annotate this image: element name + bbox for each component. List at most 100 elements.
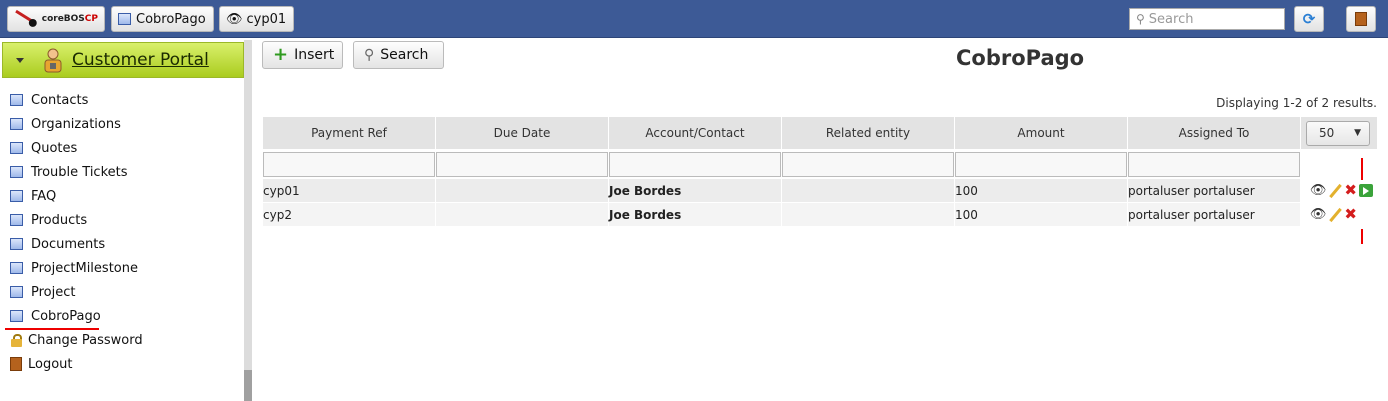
view-eye-icon[interactable]: 👁 <box>1310 207 1327 222</box>
dropdown-arrow-icon: ▼ <box>1354 128 1361 138</box>
sidebar: Customer Portal Contacts Organizations Quo… <box>0 40 252 401</box>
cell-assigned-to: portaluser portaluser <box>1128 203 1301 226</box>
search-icon: ⚲ <box>1136 12 1145 26</box>
lock-icon <box>10 333 23 347</box>
cell-amount: 100 <box>955 203 1128 226</box>
column-header-due-date[interactable]: Due Date <box>436 117 609 149</box>
records-grid: Payment Ref Due Date Account/Contact Rel… <box>263 117 1378 226</box>
table-row[interactable]: cyp2 Joe Bordes 100 portaluser portaluse… <box>263 203 1378 226</box>
column-header-amount[interactable]: Amount <box>955 117 1128 149</box>
sidebar-item-organizations[interactable]: Organizations <box>0 112 244 136</box>
top-bar: coreBOSCP CobroPago 👁 cyp01 ⚲ ⟳ <box>0 0 1388 38</box>
module-icon <box>10 238 23 250</box>
page-size-value: 50 <box>1319 126 1335 140</box>
sidebar-item-documents[interactable]: Documents <box>0 232 244 256</box>
sidebar-item-label: CobroPago <box>31 308 101 324</box>
sidebar-item-trouble-tickets[interactable]: Trouble Tickets <box>0 160 244 184</box>
sidebar-item-projectmilestone[interactable]: ProjectMilestone <box>0 256 244 280</box>
cell-assigned-to: portaluser portaluser <box>1128 179 1301 202</box>
insert-button[interactable]: + Insert <box>262 41 343 69</box>
filter-due-date <box>436 152 609 177</box>
portal-user-icon <box>44 48 62 73</box>
sidebar-item-logout[interactable]: Logout <box>0 352 244 376</box>
module-icon <box>118 13 131 25</box>
filter-input-account-contact[interactable] <box>609 152 781 177</box>
logo-button[interactable]: coreBOSCP <box>7 6 105 32</box>
module-icon <box>10 94 23 106</box>
delete-x-icon[interactable]: ✖ <box>1344 183 1357 198</box>
sidebar-item-contacts[interactable]: Contacts <box>0 88 244 112</box>
sidebar-title[interactable]: Customer Portal <box>72 50 209 70</box>
filter-input-payment-ref[interactable] <box>263 152 435 177</box>
column-header-assigned-to[interactable]: Assigned To <box>1128 117 1301 149</box>
filter-input-due-date[interactable] <box>436 152 608 177</box>
sidebar-header[interactable]: Customer Portal <box>2 42 244 78</box>
column-header-related-entity[interactable]: Related entity <box>782 117 955 149</box>
sidebar-item-faq[interactable]: FAQ <box>0 184 244 208</box>
plus-icon: + <box>273 44 289 65</box>
page-size-cell: 50 ▼ <box>1301 117 1378 149</box>
edit-pencil-icon[interactable] <box>1328 184 1342 198</box>
sidebar-item-label: Contacts <box>31 92 89 108</box>
module-icon <box>10 118 23 130</box>
main-content: + Insert ⚲ Search CobroPago Displaying 1… <box>253 40 1388 401</box>
sidebar-item-quotes[interactable]: Quotes <box>0 136 244 160</box>
module-icon <box>10 142 23 154</box>
cell-account-contact[interactable]: Joe Bordes <box>609 179 782 202</box>
corebos-logo-icon <box>15 9 37 27</box>
magnifier-icon: ⚲ <box>364 47 375 63</box>
filter-amount <box>955 152 1128 177</box>
search-button[interactable]: ⚲ Search <box>353 41 444 69</box>
eye-icon: 👁 <box>226 11 243 27</box>
filter-input-assigned-to[interactable] <box>1128 152 1300 177</box>
results-info: Displaying 1-2 of 2 results. <box>1216 96 1377 110</box>
table-row[interactable]: cyp01 Joe Bordes 100 portaluser portalus… <box>263 179 1378 202</box>
edit-pencil-icon[interactable] <box>1328 208 1342 222</box>
page-size-select[interactable]: 50 ▼ <box>1306 120 1370 146</box>
search-label: Search <box>380 47 429 63</box>
breadcrumb-cobropago[interactable]: CobroPago <box>111 6 214 32</box>
page-title: CobroPago <box>956 46 1085 70</box>
sidebar-item-label: Logout <box>28 356 73 372</box>
sidebar-item-change-password[interactable]: Change Password <box>0 328 244 352</box>
column-header-payment-ref[interactable]: Payment Ref <box>263 117 436 149</box>
delete-x-icon[interactable]: ✖ <box>1344 207 1357 222</box>
cell-related-entity <box>782 179 955 202</box>
module-icon <box>10 166 23 178</box>
sidebar-item-products[interactable]: Products <box>0 208 244 232</box>
column-header-account-contact[interactable]: Account/Contact <box>609 117 782 149</box>
module-icon <box>10 214 23 226</box>
sidebar-item-cobropago[interactable]: CobroPago <box>0 304 244 330</box>
cell-due-date <box>436 179 609 202</box>
annotation-mark <box>1361 229 1363 244</box>
breadcrumb-label: cyp01 <box>246 11 287 27</box>
sidebar-item-label: Documents <box>31 236 106 252</box>
filter-input-amount[interactable] <box>955 152 1127 177</box>
view-eye-icon[interactable]: 👁 <box>1310 183 1327 198</box>
module-icon <box>10 286 23 298</box>
search-input[interactable] <box>1148 11 1274 27</box>
cell-payment-ref: cyp2 <box>263 203 436 226</box>
filter-payment-ref <box>263 152 436 177</box>
annotation-mark <box>1361 158 1363 180</box>
breadcrumb-label: CobroPago <box>136 11 206 27</box>
sidebar-item-label: Project <box>31 284 76 300</box>
door-icon <box>10 357 22 371</box>
sidebar-item-label: Organizations <box>31 116 121 132</box>
filter-input-related-entity[interactable] <box>782 152 954 177</box>
filter-account-contact <box>609 152 782 177</box>
insert-label: Insert <box>294 47 335 63</box>
refresh-button[interactable]: ⟳ <box>1294 6 1324 32</box>
exit-button[interactable] <box>1346 6 1376 32</box>
pay-go-icon[interactable] <box>1359 184 1373 197</box>
filter-related-entity <box>782 152 955 177</box>
sidebar-item-project[interactable]: Project <box>0 280 244 304</box>
row-actions: 👁 ✖ <box>1301 179 1378 202</box>
breadcrumb-record[interactable]: 👁 cyp01 <box>219 6 294 32</box>
cell-due-date <box>436 203 609 226</box>
scrollbar-thumb[interactable] <box>244 370 252 401</box>
sidebar-scrollbar[interactable] <box>244 40 252 401</box>
sidebar-item-label: Quotes <box>31 140 78 156</box>
cell-account-contact[interactable]: Joe Bordes <box>609 203 782 226</box>
sidebar-item-label: ProjectMilestone <box>31 260 138 276</box>
